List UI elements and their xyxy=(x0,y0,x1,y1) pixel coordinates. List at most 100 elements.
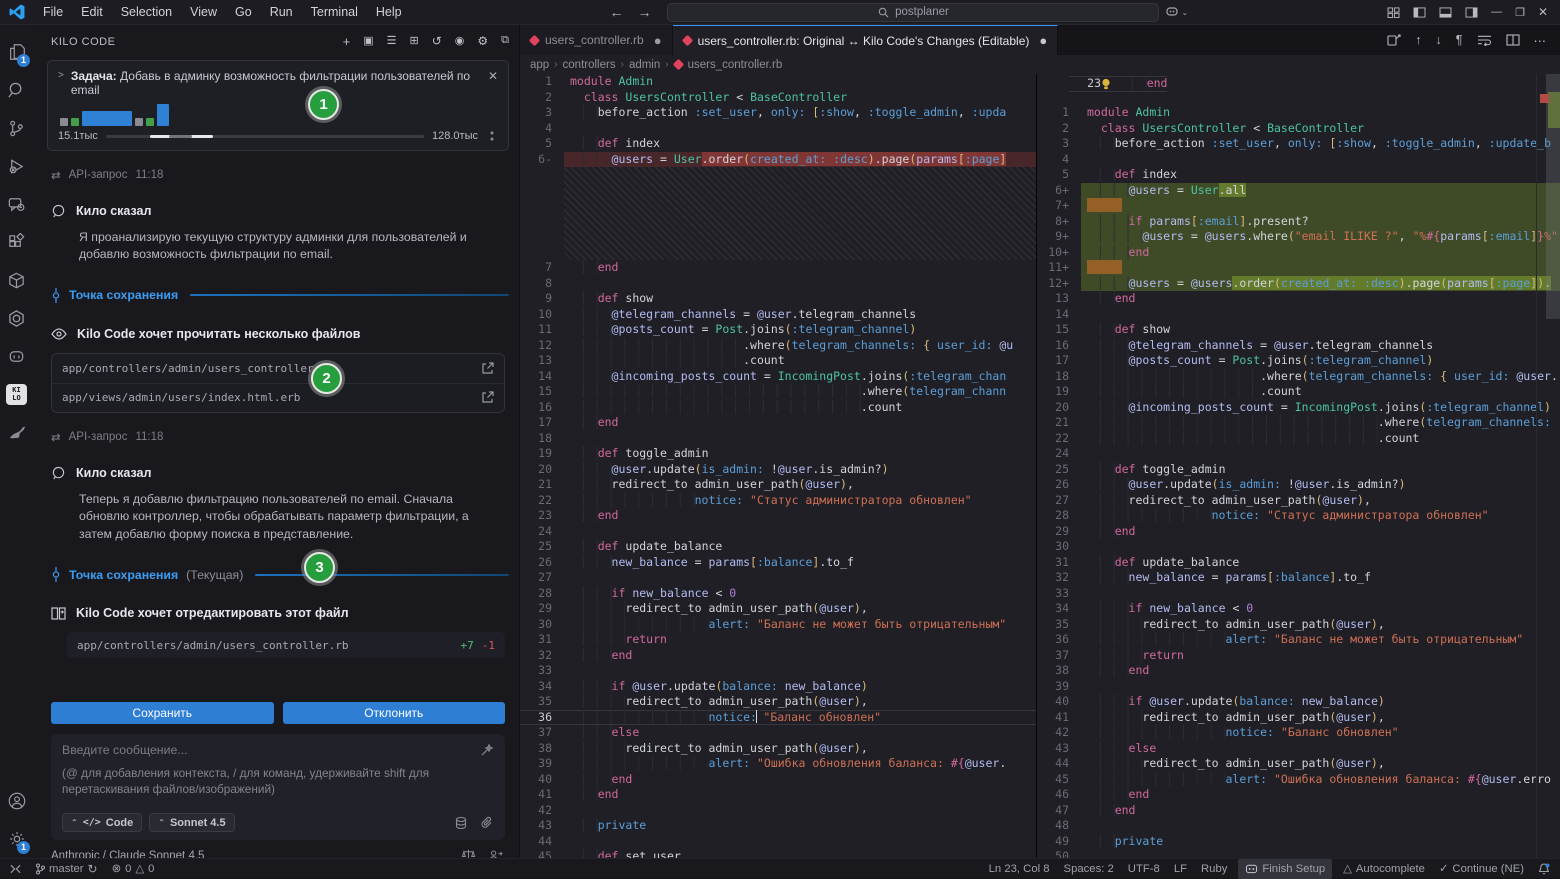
original-line-33[interactable]: 33 xyxy=(520,663,1036,679)
modified-line-4[interactable]: 4 xyxy=(1037,152,1560,168)
activity-kilo-code[interactable]: KI LO xyxy=(0,375,33,413)
original-line-8[interactable]: 8 xyxy=(520,276,1036,292)
original-line-14[interactable]: 14 @incoming_posts_count = IncomingPost.… xyxy=(520,369,1036,385)
git-branch-item[interactable]: master ↻ xyxy=(28,859,105,879)
diff-editor[interactable]: 1module Admin2 class UsersController < B… xyxy=(520,74,1560,858)
cursor-position[interactable]: Ln 23, Col 8 xyxy=(982,859,1057,879)
activity-source-control[interactable] xyxy=(0,109,33,147)
modified-line-43[interactable]: 43 else xyxy=(1037,741,1560,757)
lightbulb-icon[interactable] xyxy=(1101,78,1111,90)
menu-file[interactable]: File xyxy=(34,0,72,25)
modified-line-18[interactable]: 18 .where(telegram_channels: { user_id: … xyxy=(1037,369,1560,385)
modified-line-11+[interactable]: 11+ xyxy=(1037,260,1560,276)
modified-line-31[interactable]: 31 def update_balance xyxy=(1037,555,1560,571)
modified-line-39[interactable]: 39 xyxy=(1037,679,1560,695)
mode-selector[interactable]: ⌃ </> Code xyxy=(62,813,142,832)
original-line-18[interactable]: 18 xyxy=(520,431,1036,447)
original-line-17[interactable]: 17 end xyxy=(520,415,1036,431)
original-line-31[interactable]: 31 return xyxy=(520,632,1036,648)
problems-item[interactable]: ⊗0 △0 xyxy=(105,859,162,879)
close-icon[interactable]: ✕ xyxy=(1538,5,1548,19)
chat-input[interactable]: Введите сообщение... (@ для добавления к… xyxy=(51,734,505,840)
original-line-28[interactable]: 28 if new_balance < 0 xyxy=(520,586,1036,602)
original-line-32[interactable]: 32 end xyxy=(520,648,1036,664)
more-actions-icon[interactable]: ⋯ xyxy=(1534,33,1547,48)
original-line-43[interactable]: 43 private xyxy=(520,818,1036,834)
original-line-4[interactable]: 4 xyxy=(520,121,1036,137)
original-line-1[interactable]: 1module Admin xyxy=(520,74,1036,90)
modified-line-35[interactable]: 35 redirect_to admin_user_path(@user), xyxy=(1037,617,1560,633)
modified-line-21[interactable]: 21 .where(telegram_channels: xyxy=(1037,415,1560,431)
menu-terminal[interactable]: Terminal xyxy=(302,0,367,25)
modified-line-19[interactable]: 19 .count xyxy=(1037,384,1560,400)
original-line-11[interactable]: 11 @posts_count = Post.joins(:telegram_c… xyxy=(520,322,1036,338)
autocomplete-item[interactable]: △ Autocomplete xyxy=(1336,859,1432,879)
rate-limits-icon[interactable] xyxy=(461,849,476,858)
preview-icon[interactable]: ▣ xyxy=(363,34,373,49)
menu-edit[interactable]: Edit xyxy=(72,0,112,25)
original-line-12[interactable]: 12 .where(telegram_channels: { user_id: … xyxy=(520,338,1036,354)
modified-line-26[interactable]: 26 @user.update(is_admin: !@user.is_admi… xyxy=(1037,477,1560,493)
modified-line-38[interactable]: 38 end xyxy=(1037,663,1560,679)
activity-container-tools[interactable] xyxy=(0,261,33,299)
original-line-9[interactable]: 9 def show xyxy=(520,291,1036,307)
modified-line-25[interactable]: 25 def toggle_admin xyxy=(1037,462,1560,478)
original-line-40[interactable]: 40 end xyxy=(520,772,1036,788)
nav-forward-icon[interactable]: → xyxy=(637,4,651,20)
modified-line-27[interactable]: 27 redirect_to admin_user_path(@user), xyxy=(1037,493,1560,509)
modified-line-37[interactable]: 37 return xyxy=(1037,648,1560,664)
original-line-20[interactable]: 20 @user.update(is_admin: !@user.is_admi… xyxy=(520,462,1036,478)
feedback-icon[interactable] xyxy=(488,849,503,858)
account-icon[interactable]: ◉ xyxy=(455,34,465,49)
original-line-24[interactable]: 24 xyxy=(520,524,1036,540)
model-selector[interactable]: ⌃ Sonnet 4.5 xyxy=(149,813,234,832)
modified-line-9+[interactable]: 9+ @users = @users.where("email ILIKE ?"… xyxy=(1037,229,1560,245)
modified-line-36[interactable]: 36 alert: "Баланс не может быть отрицате… xyxy=(1037,632,1560,648)
checkpoint-current-row[interactable]: Точка сохранения (Текущая) xyxy=(51,567,509,582)
original-line-44[interactable]: 44 xyxy=(520,834,1036,850)
original-line-37[interactable]: 37 else xyxy=(520,725,1036,741)
modified-line-7+[interactable]: 7+ xyxy=(1037,198,1560,214)
breadcrumb-item[interactable]: controllers xyxy=(563,59,616,71)
original-line-10[interactable]: 10 @telegram_channels = @user.telegram_c… xyxy=(520,307,1036,323)
modified-line-6+[interactable]: 6+ @users = User.all xyxy=(1037,183,1560,199)
original-line-19[interactable]: 19 def toggle_admin xyxy=(520,446,1036,462)
modified-line-42[interactable]: 42 notice: "Баланс обновлен" xyxy=(1037,725,1560,741)
diff-original-pane[interactable]: 1module Admin2 class UsersController < B… xyxy=(520,74,1037,858)
open-in-editor-icon[interactable]: ⧉ xyxy=(501,34,509,49)
modified-line-1[interactable]: 1module Admin xyxy=(1037,105,1560,121)
original-line-2[interactable]: 2 class UsersController < BaseController xyxy=(520,90,1036,106)
modified-line-46[interactable]: 46 end xyxy=(1037,787,1560,803)
finish-setup-item[interactable]: Finish Setup xyxy=(1238,859,1332,879)
next-change-icon[interactable]: ↓ xyxy=(1436,33,1442,47)
menu-selection[interactable]: Selection xyxy=(112,0,181,25)
activity-chat[interactable] xyxy=(0,185,33,223)
open-changes-icon[interactable] xyxy=(1387,34,1401,47)
nav-back-icon[interactable]: ← xyxy=(609,4,623,20)
language-mode[interactable]: Ruby xyxy=(1194,859,1234,879)
original-line-16[interactable]: 16 .count xyxy=(520,400,1036,416)
modified-line-28[interactable]: 28 notice: "Статус администратора обновл… xyxy=(1037,508,1560,524)
original-line-35[interactable]: 35 redirect_to admin_user_path(@user), xyxy=(520,694,1036,710)
activity-accounts[interactable] xyxy=(0,782,33,820)
modified-line-30[interactable]: 30 xyxy=(1037,539,1560,555)
modified-line-29[interactable]: 29 end xyxy=(1037,524,1560,540)
modified-line-50[interactable]: 50 xyxy=(1037,849,1560,858)
remote-indicator[interactable] xyxy=(0,859,28,879)
activity-extensions[interactable] xyxy=(0,223,33,261)
original-line-26[interactable]: 26 new_balance = params[:balance].to_f xyxy=(520,555,1036,571)
tab-users-controller[interactable]: users_controller.rb ● xyxy=(520,25,673,55)
encoding[interactable]: UTF-8 xyxy=(1121,859,1167,879)
modified-line-41[interactable]: 41 redirect_to admin_user_path(@user), xyxy=(1037,710,1560,726)
original-line-13[interactable]: 13 .count xyxy=(520,353,1036,369)
modified-line-49[interactable]: 49 private xyxy=(1037,834,1560,850)
activity-kangaroo-ext[interactable] xyxy=(0,413,33,451)
menu-run[interactable]: Run xyxy=(261,0,302,25)
checkpoint-row[interactable]: Точка сохранения xyxy=(51,288,509,303)
task-collapse-icon[interactable]: > xyxy=(58,70,64,81)
modified-line-8+[interactable]: 8+ if params[:email].present? xyxy=(1037,214,1560,230)
command-search-input[interactable]: postplaner xyxy=(667,3,1159,22)
modified-line-16[interactable]: 16 @telegram_channels = @user.telegram_c… xyxy=(1037,338,1560,354)
task-close-icon[interactable]: ✕ xyxy=(488,69,498,83)
modified-line-2[interactable]: 2 class UsersController < BaseController xyxy=(1037,121,1560,137)
